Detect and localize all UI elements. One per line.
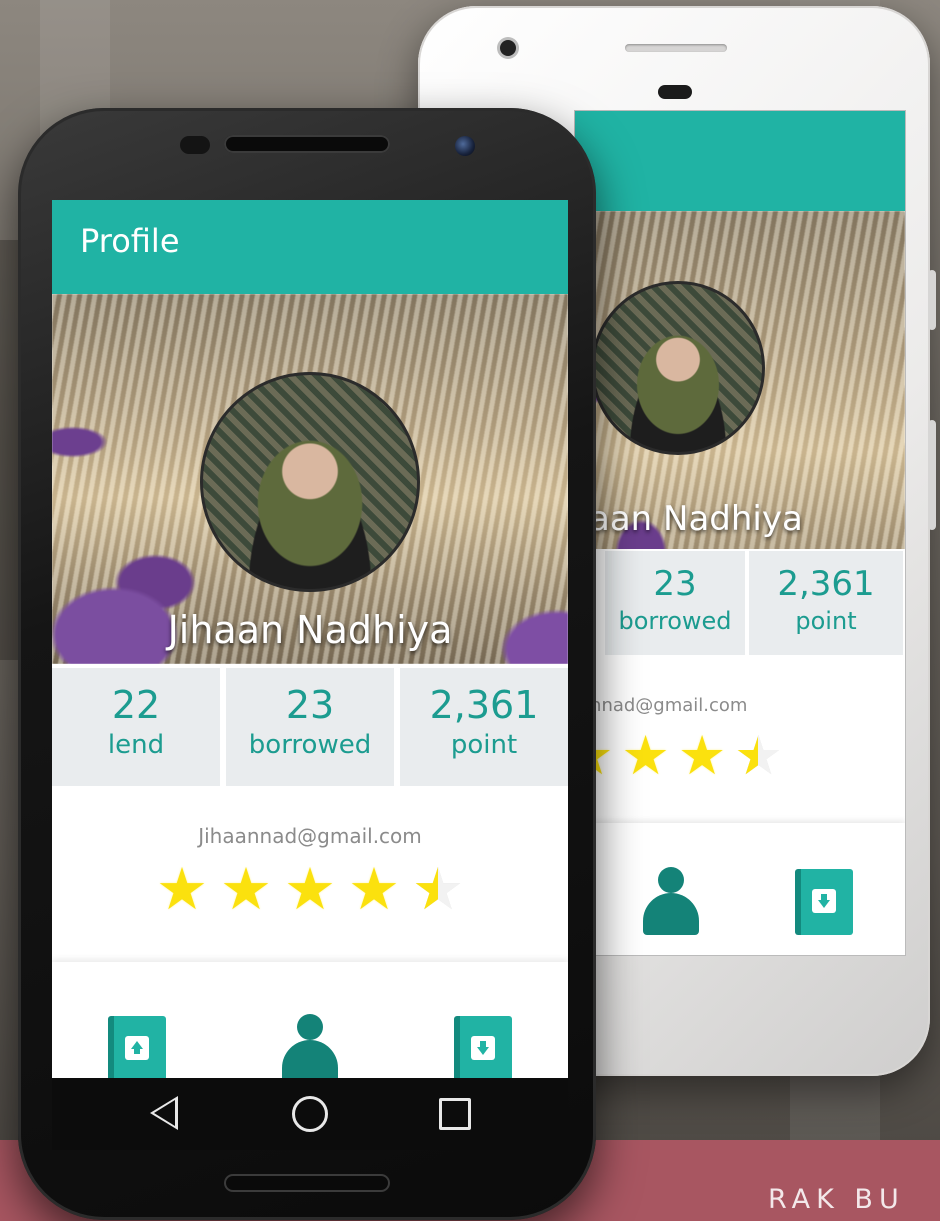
stat-label: point: [795, 607, 857, 635]
phone-black-speaker: [224, 1174, 390, 1192]
stat-borrowed: 23 borrowed: [226, 668, 394, 786]
profile-person-icon[interactable]: [282, 1014, 338, 1082]
home-icon[interactable]: [292, 1096, 328, 1132]
stat-value: 2,361: [777, 564, 875, 604]
stat-label: borrowed: [618, 607, 732, 635]
stats-row: 22 lend 23 borrowed 2,361 point: [52, 664, 568, 790]
profile-cover: Jihaan Nadhiya: [52, 294, 568, 664]
rating-stars: ★ ★ ★ ★★: [52, 860, 568, 918]
book-borrow-icon[interactable]: [795, 869, 853, 935]
bottom-nav: [575, 823, 905, 955]
phone-black-speaker: [224, 135, 390, 153]
stat-point: 2,361 point: [749, 551, 903, 655]
star-icon: ★: [677, 724, 727, 787]
phone-white-sensor: [658, 85, 692, 99]
star-icon: ★: [348, 855, 400, 923]
stat-point: 2,361 point: [400, 668, 568, 786]
stat-borrowed: 23 borrowed: [605, 551, 745, 655]
phone-white-speaker: [625, 44, 727, 52]
brand-text: RAK BU: [768, 1184, 905, 1215]
page-title: Profile: [80, 222, 180, 260]
stat-value: 23: [285, 683, 335, 727]
app-bar: [575, 111, 905, 211]
phone-white-side-button: [928, 270, 936, 330]
profile-email: Jihaannad@gmail.com: [198, 824, 422, 848]
star-icon: ★: [284, 855, 336, 923]
phone-white-side-button: [928, 420, 936, 530]
book-borrow-icon[interactable]: [454, 1016, 512, 1082]
star-half-icon: ★: [412, 860, 464, 918]
profile-name: Jihaan Nadhiya: [167, 608, 453, 652]
profile-name: aan Nadhiya: [589, 499, 803, 539]
profile-person-icon[interactable]: [643, 867, 699, 935]
phone-black-camera: [455, 136, 475, 156]
stat-label: borrowed: [248, 730, 372, 760]
stat-value: 22: [111, 683, 161, 727]
stats-row: 23 borrowed 2,361 point: [575, 549, 905, 657]
profile-info: annad@gmail.com ★ ★★ ★: [575, 659, 905, 783]
stat-value: 2,361: [429, 683, 539, 727]
star-icon: ★: [220, 855, 272, 923]
stat-label: lend: [107, 730, 165, 760]
profile-avatar[interactable]: [591, 281, 765, 455]
phone-white-screen: aan Nadhiya 23 borrowed 2,361 point anna…: [574, 110, 906, 956]
stat-value: 23: [653, 564, 697, 604]
profile-avatar[interactable]: [200, 372, 420, 592]
recents-icon[interactable]: [439, 1098, 471, 1130]
star-icon: ★: [156, 855, 208, 923]
star-icon: ★: [621, 724, 670, 787]
back-icon[interactable]: [150, 1096, 178, 1130]
stat-label: point: [450, 730, 518, 760]
bottom-nav: [52, 962, 568, 1082]
book-lend-icon[interactable]: [108, 1016, 166, 1082]
profile-info: Jihaannad@gmail.com ★ ★ ★ ★★: [52, 790, 568, 960]
stat-lend: 22 lend: [52, 668, 220, 786]
phone-black-screen: Profile Jihaan Nadhiya 22 lend 23 borrow…: [52, 200, 568, 1150]
system-nav-bar: [52, 1078, 568, 1150]
phone-black-sensor: [180, 136, 210, 154]
phone-white-camera: [500, 40, 516, 56]
rating-stars: ★ ★★ ★: [575, 724, 787, 787]
app-bar: Profile: [52, 200, 568, 294]
star-half-icon: ★: [734, 729, 782, 784]
profile-email: annad@gmail.com: [579, 695, 748, 716]
